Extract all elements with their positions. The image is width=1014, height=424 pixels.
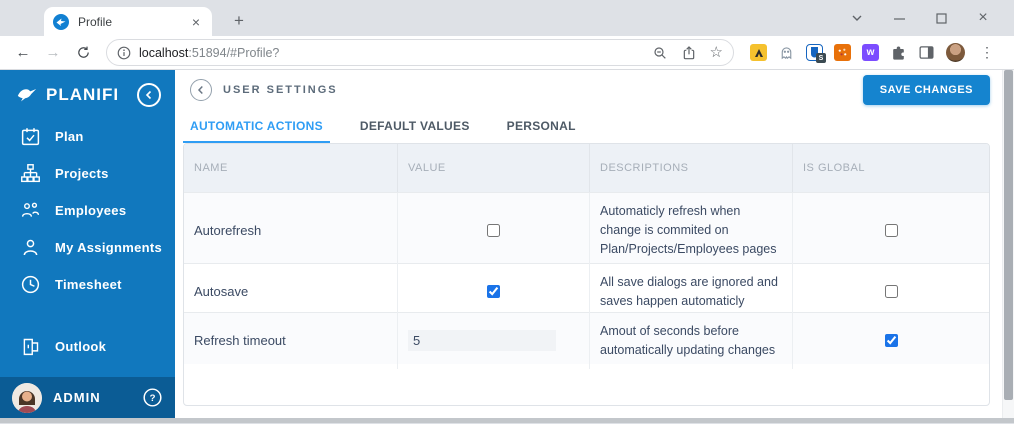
page-scrollbar[interactable] xyxy=(1002,70,1014,418)
sidebar-item-my-assignments[interactable]: My Assignments xyxy=(0,229,175,266)
sidebar-item-outlook[interactable]: Outlook xyxy=(0,328,175,365)
extensions-area: S w ⋮ xyxy=(744,43,1004,63)
sidebar-collapse-button[interactable] xyxy=(137,83,161,107)
browser-tab-strip: Profile × + × xyxy=(0,0,1014,36)
tab-close-icon[interactable]: × xyxy=(189,14,203,30)
person-icon xyxy=(23,239,38,256)
calendar-check-icon xyxy=(21,128,40,146)
help-icon[interactable]: ? xyxy=(142,387,163,408)
extension-icon-ghost[interactable] xyxy=(778,44,795,61)
planifi-bird-logo-icon xyxy=(17,89,37,102)
browser-menu-kebab-icon[interactable]: ⋮ xyxy=(976,44,998,61)
save-changes-button[interactable]: SAVE CHANGES xyxy=(862,75,990,105)
column-header-is-global: IS GLOBAL xyxy=(803,162,865,174)
tab-automatic-actions[interactable]: AUTOMATIC ACTIONS xyxy=(183,110,330,143)
column-header-descriptions: DESCRIPTIONS xyxy=(590,144,793,192)
sidebar-item-label: Outlook xyxy=(55,339,107,354)
setting-name: Autorefresh xyxy=(184,193,398,268)
settings-tabs: AUTOMATIC ACTIONS DEFAULT VALUES PERSONA… xyxy=(175,110,1002,143)
minimize-button[interactable] xyxy=(878,3,920,33)
table-row-refresh-timeout: Refresh timeout Amout of seconds before … xyxy=(184,312,989,369)
planifi-favicon-icon xyxy=(53,13,69,30)
autorefresh-is-global-checkbox[interactable] xyxy=(884,223,898,237)
close-window-button[interactable]: × xyxy=(962,3,1004,33)
maximize-button[interactable] xyxy=(920,3,962,33)
browser-window: Profile × + × ← → localhost:51894/#Profi… xyxy=(0,0,1014,424)
tab-search-chevron-icon[interactable] xyxy=(836,3,878,33)
refresh-timeout-is-global-checkbox[interactable] xyxy=(884,334,898,348)
column-header-value: VALUE xyxy=(398,144,590,192)
brand-title: PLANIFI xyxy=(46,85,120,104)
settings-table: NAME VALUE DESCRIPTIONS IS GLOBAL Autore… xyxy=(183,143,990,406)
extension-icon-purple-w[interactable]: w xyxy=(862,44,879,61)
extension-icon-blue-s[interactable]: S xyxy=(806,44,826,63)
setting-description: All save dialogs are ignored and saves h… xyxy=(590,264,793,320)
zoom-indicator-icon[interactable] xyxy=(652,45,668,61)
people-icon xyxy=(21,202,40,217)
back-button[interactable] xyxy=(190,79,212,101)
extensions-puzzle-icon[interactable] xyxy=(890,44,907,61)
sidebar-item-timesheet[interactable]: Timesheet xyxy=(0,266,175,303)
column-header-name: NAME xyxy=(184,144,398,192)
org-chart-icon xyxy=(21,164,40,183)
bookmark-star-icon[interactable]: ☆ xyxy=(710,45,723,60)
extension-icon-yellow[interactable] xyxy=(750,44,767,61)
sidebar-item-employees[interactable]: Employees xyxy=(0,192,175,229)
window-bottom-edge xyxy=(0,418,1014,423)
new-tab-icon[interactable]: + xyxy=(226,8,252,34)
svg-text:?: ? xyxy=(150,393,156,404)
outlook-icon xyxy=(23,338,39,356)
site-info-icon[interactable] xyxy=(117,46,131,60)
sidebar-item-label: Plan xyxy=(55,129,84,144)
autosave-is-global-checkbox[interactable] xyxy=(884,285,898,299)
table-row-autosave: Autosave All save dialogs are ignored an… xyxy=(184,263,989,320)
main-content: USER SETTINGS SAVE CHANGES AUTOMATIC ACT… xyxy=(175,70,1002,418)
refresh-timeout-input[interactable] xyxy=(408,330,556,352)
extension-icon-orange[interactable] xyxy=(834,44,851,61)
sidebar-item-label: Employees xyxy=(55,203,127,218)
tab-title: Profile xyxy=(78,14,113,29)
admin-name: ADMIN xyxy=(53,390,101,405)
autosave-value-checkbox[interactable] xyxy=(487,285,500,299)
sidebar-item-label: Projects xyxy=(55,166,109,181)
clock-icon xyxy=(21,275,40,294)
url-text[interactable]: localhost:51894/#Profile? xyxy=(139,46,644,60)
browser-tab-profile[interactable]: Profile × xyxy=(44,7,212,36)
sidebar-item-plan[interactable]: Plan xyxy=(0,118,175,155)
sidebar-item-projects[interactable]: Projects xyxy=(0,155,175,192)
url-bar[interactable]: localhost:51894/#Profile? ☆ xyxy=(106,39,734,66)
admin-avatar[interactable] xyxy=(12,382,42,413)
browser-profile-avatar[interactable] xyxy=(946,43,965,62)
forward-nav-icon[interactable]: → xyxy=(40,40,66,66)
autorefresh-value-checkbox[interactable] xyxy=(487,223,500,237)
setting-description: Amout of seconds before automatically up… xyxy=(590,313,793,369)
admin-user-bar[interactable]: ADMIN ? xyxy=(0,377,175,418)
setting-name: Refresh timeout xyxy=(184,313,398,369)
browser-toolbar: ← → localhost:51894/#Profile? ☆ S w ⋮ xyxy=(0,36,1014,70)
scrollbar-thumb[interactable] xyxy=(1004,70,1013,400)
back-nav-icon[interactable]: ← xyxy=(10,40,36,66)
tab-personal[interactable]: PERSONAL xyxy=(500,110,583,143)
app-sidebar: PLANIFI Plan Projects Employees My Assig… xyxy=(0,70,175,418)
share-icon[interactable] xyxy=(681,45,697,61)
setting-name: Autosave xyxy=(184,264,398,320)
side-panel-icon[interactable] xyxy=(918,44,935,61)
setting-description: Automaticly refresh when change is commi… xyxy=(590,193,793,268)
table-header-row: NAME VALUE DESCRIPTIONS IS GLOBAL xyxy=(184,144,989,192)
table-row-autorefresh: Autorefresh Automaticly refresh when cha… xyxy=(184,192,989,268)
reload-icon[interactable] xyxy=(70,40,96,66)
page-title: USER SETTINGS xyxy=(223,84,338,96)
sidebar-item-label: My Assignments xyxy=(55,240,163,255)
tab-default-values[interactable]: DEFAULT VALUES xyxy=(353,110,477,143)
sidebar-item-label: Timesheet xyxy=(55,277,122,292)
